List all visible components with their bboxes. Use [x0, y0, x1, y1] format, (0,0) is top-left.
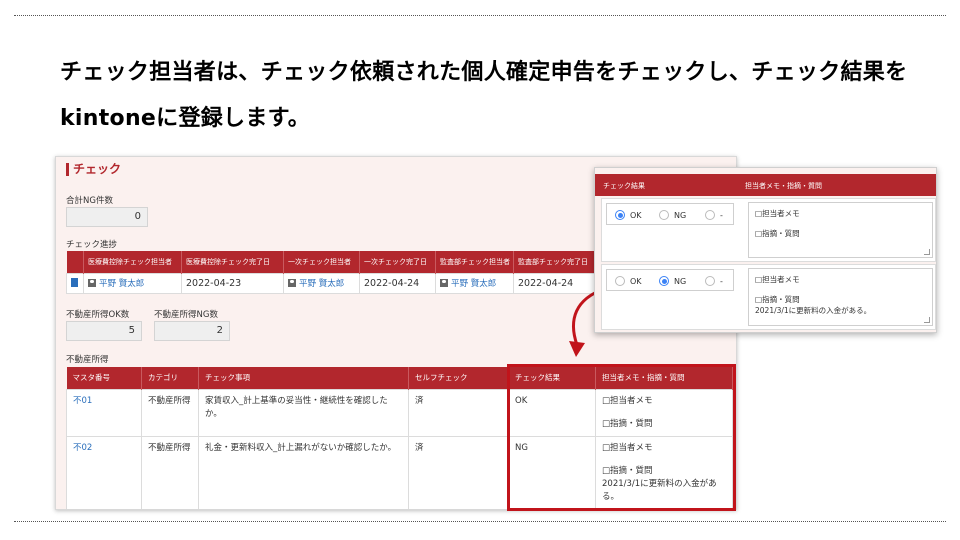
radio-unselected-icon[interactable]: [615, 276, 625, 286]
memo-cell: □担当者メモ □指摘・質問: [595, 388, 733, 437]
progress-header-primary-checker: 一次チェック担当者: [283, 251, 360, 273]
radio-selected-icon[interactable]: [659, 276, 669, 286]
file-icon[interactable]: [71, 277, 78, 287]
table-row: 不02 不動産所得 礼金・更新料収入_計上漏れがないか確認したか。 済 NG □…: [66, 435, 733, 509]
radio-unselected-icon[interactable]: [705, 210, 715, 220]
resize-grip-icon[interactable]: [924, 317, 930, 323]
progress-header-audit-checker: 監査部チェック担当者: [435, 251, 514, 273]
progress-label: チェック進捗: [66, 240, 118, 250]
audit-checker-cell[interactable]: 平野 賢太郎: [435, 272, 514, 294]
master-number-link[interactable]: 不02: [66, 435, 142, 509]
radio-ng-label: NG: [674, 277, 687, 286]
popup-header-result: チェック結果: [603, 182, 645, 190]
question-line: □指摘・質問: [602, 418, 653, 429]
memo-comment: 2021/3/1に更新料の入金がある。: [602, 478, 717, 502]
memo-cell: □担当者メモ □指摘・質問 2021/3/1に更新料の入金がある。: [595, 435, 733, 509]
medical-checker-name[interactable]: 平野 賢太郎: [99, 279, 144, 289]
memo-line: □担当者メモ: [602, 395, 653, 406]
memo-line: □担当者メモ: [755, 209, 800, 218]
re-ng-field: 2: [154, 321, 230, 341]
category-cell: 不動産所得: [141, 388, 199, 437]
memo-line: □担当者メモ: [602, 442, 653, 453]
memo-comment: 2021/3/1に更新料の入金がある。: [755, 306, 872, 315]
check-result-radio-group: OK NG -: [606, 269, 734, 291]
re-header-id: マスタ番号: [66, 367, 142, 389]
question-line: □指摘・質問: [755, 229, 800, 238]
user-icon: [288, 279, 296, 287]
table-row: 不01 不動産所得 家賃収入_計上基準の妥当性・継続性を確認したか。 済 OK …: [66, 388, 733, 437]
radio-ng[interactable]: NG: [659, 210, 686, 220]
re-header-item: チェック事項: [198, 367, 409, 389]
popup-header: チェック結果 担当者メモ・指摘・質問: [595, 174, 936, 196]
radio-none-label: -: [720, 211, 723, 220]
audit-checker-name[interactable]: 平野 賢太郎: [451, 279, 496, 289]
radio-selected-icon[interactable]: [615, 210, 625, 220]
total-ng-label: 合計NG件数: [66, 196, 113, 206]
check-result-radio-group: OK NG -: [606, 203, 734, 225]
primary-checker-name[interactable]: 平野 賢太郎: [299, 279, 344, 289]
popup-row: OK NG - □担当者メモ □指摘・質問: [601, 198, 936, 262]
self-check-cell: 済: [408, 388, 509, 437]
memo-line: □担当者メモ: [755, 275, 800, 284]
check-result-edit-popup: チェック結果 担当者メモ・指摘・質問 OK NG - □担当者メモ □指摘・質問…: [594, 167, 937, 333]
radio-unselected-icon[interactable]: [705, 276, 715, 286]
primary-checker-cell[interactable]: 平野 賢太郎: [283, 272, 360, 294]
master-number-link[interactable]: 不01: [66, 388, 142, 437]
re-header-row: マスタ番号 カテゴリ チェック事項 セルフチェック チェック結果 担当者メモ・指…: [66, 367, 733, 389]
re-header-category: カテゴリ: [141, 367, 199, 389]
radio-ok[interactable]: OK: [615, 210, 642, 220]
total-ng-field: 0: [66, 207, 148, 227]
check-item-cell: 家賃収入_計上基準の妥当性・継続性を確認したか。: [198, 388, 409, 437]
radio-none[interactable]: -: [705, 210, 723, 220]
re-header-memo: 担当者メモ・指摘・質問: [595, 367, 733, 389]
bottom-divider: [14, 521, 946, 522]
medical-date-cell: 2022-04-23: [181, 272, 284, 294]
radio-ok-label: OK: [630, 211, 642, 220]
question-line: □指摘・質問: [755, 295, 800, 304]
re-table-label: 不動産所得: [66, 355, 109, 365]
progress-header-medical-checker: 医療費控除チェック担当者: [83, 251, 182, 273]
radio-none-label: -: [720, 277, 723, 286]
check-result-cell: NG: [508, 435, 596, 509]
real-estate-table: マスタ番号 カテゴリ チェック事項 セルフチェック チェック結果 担当者メモ・指…: [66, 367, 733, 509]
memo-textarea[interactable]: □担当者メモ □指摘・質問: [748, 202, 933, 258]
radio-unselected-icon[interactable]: [659, 210, 669, 220]
popup-header-memo: 担当者メモ・指摘・質問: [745, 182, 822, 190]
user-icon: [440, 279, 448, 287]
progress-file-cell[interactable]: [66, 272, 84, 294]
self-check-cell: 済: [408, 435, 509, 509]
question-line: □指摘・質問: [602, 465, 653, 476]
progress-header-icon: [66, 251, 84, 273]
category-cell: 不動産所得: [141, 435, 199, 509]
slide-heading: チェック担当者は、チェック依頼された個人確定申告をチェックし、チェック結果をki…: [60, 60, 908, 131]
radio-ok[interactable]: OK: [615, 276, 642, 286]
re-ok-label: 不動産所得OK数: [66, 310, 130, 320]
progress-header-primary-date: 一次チェック完了日: [359, 251, 436, 273]
radio-none[interactable]: -: [705, 276, 723, 286]
re-ok-field: 5: [66, 321, 142, 341]
medical-checker-cell[interactable]: 平野 賢太郎: [83, 272, 182, 294]
top-divider: [14, 15, 946, 16]
radio-ng-label: NG: [674, 211, 687, 220]
radio-ng[interactable]: NG: [659, 276, 686, 286]
radio-ok-label: OK: [630, 277, 642, 286]
progress-header-medical-date: 医療費控除チェック完了日: [181, 251, 284, 273]
re-header-self: セルフチェック: [408, 367, 509, 389]
popup-row: OK NG - □担当者メモ □指摘・質問 2021/3/1に更新料の入金がある…: [601, 264, 936, 330]
check-result-cell: OK: [508, 388, 596, 437]
resize-grip-icon[interactable]: [924, 249, 930, 255]
memo-textarea[interactable]: □担当者メモ □指摘・質問 2021/3/1に更新料の入金がある。: [748, 268, 933, 326]
re-header-result: チェック結果: [508, 367, 596, 389]
primary-date-cell: 2022-04-24: [359, 272, 436, 294]
user-icon: [88, 279, 96, 287]
check-section-title: チェック: [66, 163, 121, 176]
check-item-cell: 礼金・更新料収入_計上漏れがないか確認したか。: [198, 435, 409, 509]
re-ng-label: 不動産所得NG数: [154, 310, 218, 320]
